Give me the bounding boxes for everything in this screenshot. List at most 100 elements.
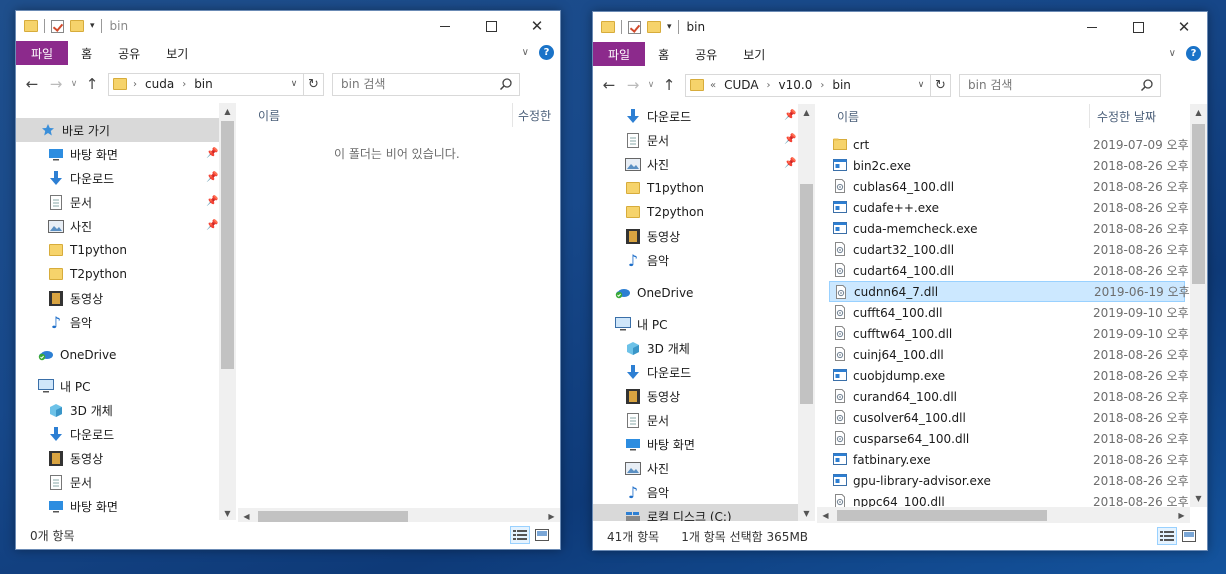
breadcrumb-bin[interactable]: bin	[832, 78, 851, 92]
search-box[interactable]	[959, 73, 1161, 97]
nav-pc-pictures[interactable]: 사진	[16, 518, 92, 520]
table-row[interactable]: cudart64_100.dll 2018-08-26 오후	[829, 260, 1189, 281]
nav-3d-objects[interactable]: 3D 개체	[593, 336, 690, 360]
nav-this-pc[interactable]: 내 PC	[16, 374, 90, 398]
table-row[interactable]: cuda-memcheck.exe 2018-08-26 오후	[829, 218, 1189, 239]
table-row[interactable]: cusolver64_100.dll 2018-08-26 오후	[829, 407, 1189, 428]
nav-pc-videos[interactable]: 동영상	[16, 446, 103, 470]
pin-icon[interactable]: 📌	[206, 148, 218, 159]
scroll-up-icon[interactable]: ▲	[219, 103, 236, 120]
tab-share[interactable]: 공유	[682, 42, 730, 66]
forward-button[interactable]: →	[44, 72, 68, 96]
title-bar[interactable]: ▾ bin ✕	[593, 12, 1207, 42]
nav-pictures[interactable]: 사진	[16, 214, 92, 238]
scroll-right-icon[interactable]: ▶	[543, 508, 560, 522]
title-bar[interactable]: ▾ bin ✕	[16, 11, 560, 41]
nav-pictures[interactable]: 사진	[593, 152, 669, 176]
column-modified[interactable]: 수정한 날짜	[1091, 104, 1191, 128]
tab-share[interactable]: 공유	[105, 41, 153, 65]
file-list-scrollbar[interactable]: ▲ ▼	[1190, 104, 1207, 507]
nav-t2python[interactable]: T2python	[593, 200, 704, 224]
nav-pc-downloads[interactable]: 다운로드	[593, 360, 691, 384]
nav-music[interactable]: ♪ 음악	[593, 248, 669, 272]
table-row[interactable]: cudart32_100.dll 2018-08-26 오후	[829, 239, 1189, 260]
table-row[interactable]: cudafe++.exe 2018-08-26 오후	[829, 197, 1189, 218]
nav-this-pc[interactable]: 내 PC	[593, 312, 667, 336]
up-button[interactable]: ↑	[80, 72, 104, 96]
scroll-right-icon[interactable]: ▶	[1173, 507, 1190, 523]
nav-downloads[interactable]: 다운로드	[16, 166, 114, 190]
tab-view[interactable]: 보기	[153, 41, 201, 65]
chevron-right-icon[interactable]: ›	[820, 80, 824, 91]
nav-onedrive[interactable]: OneDrive	[16, 343, 116, 367]
nav-pc-pictures[interactable]: 사진	[593, 456, 669, 480]
refresh-icon[interactable]: ↻	[930, 74, 950, 96]
nav-downloads[interactable]: 다운로드	[593, 104, 691, 128]
close-button[interactable]: ✕	[1161, 12, 1207, 42]
nav-desktop[interactable]: 바탕 화면	[16, 142, 118, 166]
search-input[interactable]	[968, 78, 1108, 92]
nav-pc-documents[interactable]: 문서	[593, 408, 669, 432]
nav-pc-downloads[interactable]: 다운로드	[16, 422, 114, 446]
properties-icon[interactable]	[51, 19, 64, 33]
maximize-button[interactable]	[1115, 12, 1161, 42]
tab-home[interactable]: 홈	[68, 41, 105, 65]
help-icon[interactable]: ?	[539, 45, 554, 60]
horizontal-scrollbar[interactable]: ◀ ▶	[817, 507, 1190, 523]
search-input[interactable]	[341, 77, 481, 91]
back-button[interactable]: ←	[20, 72, 44, 96]
address-bar[interactable]: › cuda › bin ∨ ↻	[108, 72, 324, 96]
recent-locations-icon[interactable]: ∨	[645, 73, 657, 97]
new-folder-icon[interactable]	[647, 21, 661, 33]
search-icon[interactable]	[499, 77, 513, 91]
breadcrumb-version[interactable]: v10.0	[779, 78, 813, 92]
refresh-icon[interactable]: ↻	[303, 73, 323, 95]
nav-scrollbar[interactable]: ▲ ▼	[798, 104, 815, 521]
tab-home[interactable]: 홈	[645, 42, 682, 66]
forward-button[interactable]: →	[621, 73, 645, 97]
nav-pc-videos[interactable]: 동영상	[593, 384, 680, 408]
column-divider[interactable]	[1089, 104, 1090, 128]
close-button[interactable]: ✕	[514, 11, 560, 41]
nav-scrollbar[interactable]: ▲ ▼	[219, 103, 236, 520]
table-row[interactable]: cufft64_100.dll 2019-09-10 오후	[829, 302, 1189, 323]
nav-pc-music[interactable]: ♪ 음악	[593, 480, 669, 504]
customize-toolbar-icon[interactable]: ▾	[667, 22, 672, 32]
address-bar[interactable]: « CUDA › v10.0 › bin ∨ ↻	[685, 73, 951, 97]
table-row[interactable]: cublas64_100.dll 2018-08-26 오후	[829, 176, 1189, 197]
expand-ribbon-icon[interactable]: ∨	[1169, 48, 1176, 59]
horizontal-scrollbar[interactable]: ◀ ▶	[238, 508, 560, 522]
pin-icon[interactable]: 📌	[206, 220, 218, 231]
up-button[interactable]: ↑	[657, 73, 681, 97]
table-row[interactable]: crt 2019-07-09 오후	[829, 134, 1189, 155]
pin-icon[interactable]: 📌	[784, 110, 796, 121]
column-modified[interactable]: 수정한	[512, 103, 560, 127]
breadcrumb-cuda[interactable]: CUDA	[724, 78, 758, 92]
breadcrumb-bin[interactable]: bin	[194, 77, 213, 91]
scroll-down-icon[interactable]: ▼	[219, 505, 236, 520]
table-row[interactable]: fatbinary.exe 2018-08-26 오후	[829, 449, 1189, 470]
scroll-up-icon[interactable]: ▲	[1190, 104, 1207, 121]
tab-file[interactable]: 파일	[16, 41, 69, 65]
back-button[interactable]: ←	[597, 73, 621, 97]
scroll-up-icon[interactable]: ▲	[798, 104, 815, 121]
nav-3d-objects[interactable]: 3D 개체	[16, 398, 113, 422]
nav-pc-desktop[interactable]: 바탕 화면	[16, 494, 118, 518]
large-icons-view-button[interactable]	[1179, 527, 1199, 545]
customize-toolbar-icon[interactable]: ▾	[90, 21, 95, 31]
breadcrumb-cuda[interactable]: cuda	[145, 77, 174, 91]
nav-t1python[interactable]: T1python	[16, 238, 127, 262]
table-row[interactable]: cusparse64_100.dll 2018-08-26 오후	[829, 428, 1189, 449]
chevron-right-icon[interactable]: ›	[182, 79, 186, 90]
scroll-left-icon[interactable]: ◀	[817, 507, 834, 523]
chevron-right-icon[interactable]: ›	[133, 79, 137, 90]
column-name[interactable]: 이름	[252, 103, 512, 127]
pin-icon[interactable]: 📌	[784, 134, 796, 145]
scrollbar-thumb[interactable]	[800, 184, 813, 404]
table-row[interactable]: cuobjdump.exe 2018-08-26 오후	[829, 365, 1189, 386]
new-folder-icon[interactable]	[70, 20, 84, 32]
nav-music[interactable]: ♪ 음악	[16, 310, 92, 334]
tab-file[interactable]: 파일	[593, 42, 646, 66]
column-name[interactable]: 이름	[831, 104, 1089, 128]
table-row[interactable]: gpu-library-advisor.exe 2018-08-26 오후	[829, 470, 1189, 491]
